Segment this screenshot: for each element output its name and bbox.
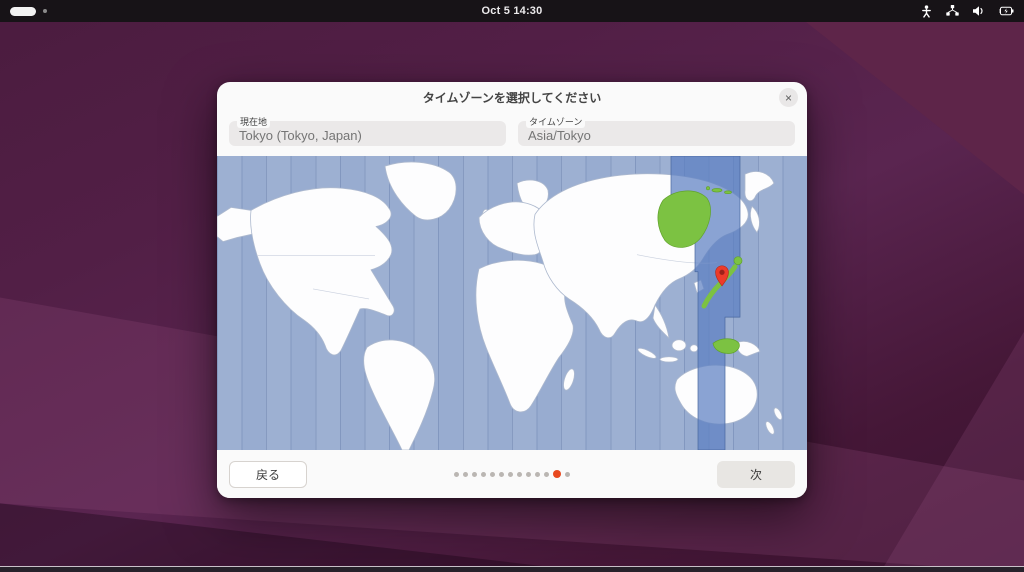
peninsula-kamchatka <box>750 206 759 232</box>
workspace-indicator[interactable] <box>10 7 47 16</box>
screen-bottom-edge <box>0 566 1024 572</box>
island-borneo <box>672 340 686 351</box>
pagination-dot[interactable] <box>535 472 540 477</box>
island-new-guinea-east <box>737 341 760 356</box>
pagination-dot[interactable] <box>481 472 486 477</box>
pagination-dot[interactable] <box>565 472 570 477</box>
location-field-label: 現在地 <box>237 115 270 128</box>
pagination-dot[interactable] <box>490 472 495 477</box>
region-chukotka <box>745 172 774 201</box>
timezone-dialog: タイムゾーンを選択してください × 現在地 Tokyo (Tokyo, Japa… <box>217 82 807 498</box>
island-new-zealand-north <box>772 407 783 421</box>
clock[interactable]: Oct 5 14:30 <box>482 5 543 17</box>
volume-icon[interactable] <box>972 5 985 17</box>
timezone-field-value: Asia/Tokyo <box>528 128 591 143</box>
pagination-dot[interactable] <box>463 472 468 477</box>
close-button[interactable]: × <box>779 88 798 107</box>
region-japan-hokkaido <box>734 257 742 265</box>
timezone-field[interactable]: タイムゾーン Asia/Tokyo <box>518 121 795 146</box>
region-arctic-islands <box>725 191 732 194</box>
timezone-map[interactable] <box>217 156 807 450</box>
island-java <box>660 357 678 362</box>
island-sumatra <box>637 346 658 360</box>
next-button[interactable]: 次 <box>717 461 795 488</box>
gnome-top-bar: Oct 5 14:30 <box>0 0 1024 22</box>
pagination-dot[interactable] <box>544 472 549 477</box>
pagination-dot[interactable] <box>508 472 513 477</box>
battery-charging-icon[interactable] <box>998 5 1014 17</box>
pagination-dot[interactable] <box>526 472 531 477</box>
region-arctic-islands <box>706 187 709 190</box>
peninsula-se-asia <box>653 305 669 338</box>
pagination-dot[interactable] <box>517 472 522 477</box>
accessibility-icon[interactable] <box>920 5 933 18</box>
region-arctic-islands <box>712 188 722 192</box>
pagination-dot[interactable] <box>472 472 477 477</box>
back-button[interactable]: 戻る <box>229 461 307 488</box>
workspace-dot[interactable] <box>43 9 47 13</box>
island-madagascar <box>561 368 576 392</box>
continent-north-america <box>251 188 395 355</box>
pagination-dot[interactable] <box>499 472 504 477</box>
timezone-field-label: タイムゾーン <box>526 115 585 128</box>
pagination-dot[interactable] <box>454 472 459 477</box>
continent-south-america <box>364 340 435 450</box>
location-field[interactable]: 現在地 Tokyo (Tokyo, Japan) <box>229 121 506 146</box>
system-status-area[interactable] <box>920 5 1014 18</box>
pagination-dots <box>454 470 570 478</box>
fields-row: 現在地 Tokyo (Tokyo, Japan) タイムゾーン Asia/Tok… <box>217 112 807 156</box>
island-new-zealand-south <box>764 420 776 435</box>
dialog-header: タイムゾーンを選択してください × <box>217 82 807 112</box>
active-workspace-pill[interactable] <box>10 7 36 16</box>
continent-greenland <box>385 162 456 220</box>
dialog-title: タイムゾーンを選択してください <box>423 89 601 106</box>
dialog-footer: 戻る 次 <box>217 450 807 498</box>
location-field-value: Tokyo (Tokyo, Japan) <box>239 128 362 143</box>
pagination-dot-active[interactable] <box>553 470 561 478</box>
network-icon[interactable] <box>946 5 959 17</box>
island-sulawesi <box>690 345 698 352</box>
